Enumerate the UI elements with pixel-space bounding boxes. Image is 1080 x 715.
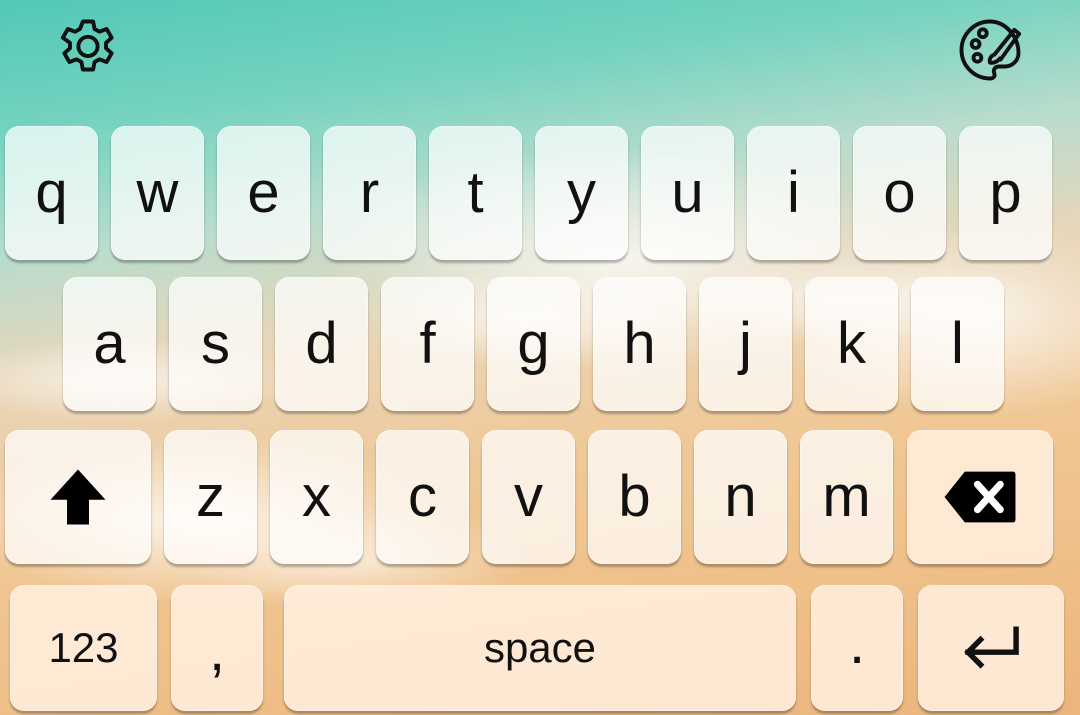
key-label: r bbox=[359, 160, 380, 225]
key-b[interactable]: b bbox=[588, 430, 681, 564]
comma-key[interactable]: , bbox=[171, 585, 263, 711]
comma-label: , bbox=[208, 618, 226, 683]
key-label: y bbox=[567, 160, 596, 225]
key-label: p bbox=[989, 160, 1022, 225]
key-label: m bbox=[822, 464, 871, 529]
key-v[interactable]: v bbox=[482, 430, 575, 564]
key-label: n bbox=[724, 464, 757, 529]
key-q[interactable]: q bbox=[5, 126, 98, 260]
enter-return-icon bbox=[959, 625, 1023, 671]
key-n[interactable]: n bbox=[694, 430, 787, 564]
key-label: o bbox=[883, 160, 916, 225]
key-label: a bbox=[93, 311, 126, 376]
key-label: b bbox=[618, 464, 651, 529]
key-label: h bbox=[623, 311, 656, 376]
key-label: k bbox=[837, 311, 866, 376]
key-e[interactable]: e bbox=[217, 126, 310, 260]
shift-key[interactable] bbox=[5, 430, 151, 564]
key-t[interactable]: t bbox=[429, 126, 522, 260]
space-label: space bbox=[483, 624, 597, 671]
numbers-key[interactable]: 123 bbox=[10, 585, 157, 711]
key-l[interactable]: l bbox=[911, 277, 1004, 411]
key-label: t bbox=[467, 160, 484, 225]
key-j[interactable]: j bbox=[699, 277, 792, 411]
key-w[interactable]: w bbox=[111, 126, 204, 260]
space-key[interactable]: space bbox=[284, 585, 796, 711]
key-z[interactable]: z bbox=[164, 430, 257, 564]
palette-brush-icon[interactable] bbox=[952, 12, 1028, 88]
key-x[interactable]: x bbox=[270, 430, 363, 564]
gear-icon[interactable] bbox=[50, 12, 126, 88]
key-label: z bbox=[196, 464, 225, 529]
key-c[interactable]: c bbox=[376, 430, 469, 564]
keyboard-toolbar bbox=[0, 0, 1080, 110]
shift-arrow-icon bbox=[45, 464, 111, 530]
key-d[interactable]: d bbox=[275, 277, 368, 411]
key-label: i bbox=[787, 160, 800, 225]
backspace-key[interactable] bbox=[907, 430, 1053, 564]
key-label: c bbox=[408, 464, 437, 529]
key-a[interactable]: a bbox=[63, 277, 156, 411]
key-label: q bbox=[35, 160, 68, 225]
key-label: j bbox=[739, 311, 752, 376]
numbers-label: 123 bbox=[48, 624, 119, 671]
key-h[interactable]: h bbox=[593, 277, 686, 411]
key-i[interactable]: i bbox=[747, 126, 840, 260]
key-k[interactable]: k bbox=[805, 277, 898, 411]
key-label: d bbox=[305, 311, 338, 376]
key-label: g bbox=[517, 311, 550, 376]
key-g[interactable]: g bbox=[487, 277, 580, 411]
backspace-icon bbox=[942, 469, 1018, 525]
key-o[interactable]: o bbox=[853, 126, 946, 260]
key-label: u bbox=[671, 160, 704, 225]
key-m[interactable]: m bbox=[800, 430, 893, 564]
key-label: f bbox=[419, 311, 436, 376]
period-label: . bbox=[848, 611, 866, 676]
key-label: v bbox=[514, 464, 543, 529]
key-r[interactable]: r bbox=[323, 126, 416, 260]
key-label: l bbox=[951, 311, 964, 376]
key-label: x bbox=[302, 464, 331, 529]
key-y[interactable]: y bbox=[535, 126, 628, 260]
period-key[interactable]: . bbox=[811, 585, 903, 711]
key-u[interactable]: u bbox=[641, 126, 734, 260]
key-p[interactable]: p bbox=[959, 126, 1052, 260]
keyboard: q w e r t y u i o p a s d f g h j k l z … bbox=[0, 0, 1080, 715]
key-label: e bbox=[247, 160, 280, 225]
key-f[interactable]: f bbox=[381, 277, 474, 411]
key-label: w bbox=[136, 160, 179, 225]
key-s[interactable]: s bbox=[169, 277, 262, 411]
key-label: s bbox=[201, 311, 230, 376]
enter-key[interactable] bbox=[918, 585, 1064, 711]
